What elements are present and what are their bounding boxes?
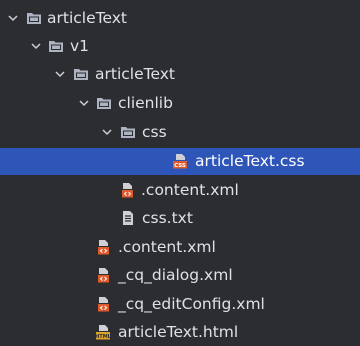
- tree-item-label: articleText: [95, 65, 175, 83]
- tree-item-label: clienlib: [118, 94, 173, 112]
- text-file-icon: [123, 211, 133, 225]
- xml-file-icon: [98, 240, 109, 255]
- chevron-down-icon[interactable]: [54, 68, 66, 80]
- project-tree: articleText v1 articleText clienlib css …: [0, 0, 360, 345]
- tree-item-label: articleText: [47, 9, 127, 27]
- tree-row-articletext[interactable]: articleText: [0, 61, 360, 88]
- folder-icon: [27, 13, 41, 24]
- tree-row-clienlib[interactable]: clienlib: [0, 90, 360, 117]
- tree-row-articletext-root[interactable]: articleText: [0, 5, 360, 32]
- tree-item-label: v1: [70, 37, 90, 55]
- tree-row-articletext-css[interactable]: CSS articleText.css: [0, 148, 360, 175]
- folder-icon: [49, 41, 63, 52]
- tree-item-label: _cq_dialog.xml: [118, 266, 233, 284]
- tree-row-css-folder[interactable]: css: [0, 119, 360, 146]
- tree-row-content-xml[interactable]: .content.xml: [0, 234, 360, 261]
- folder-icon: [97, 98, 111, 109]
- tree-item-label: _cq_editConfig.xml: [118, 295, 265, 313]
- xml-file-icon: [98, 268, 109, 283]
- tree-row-cq-dialog-xml[interactable]: _cq_dialog.xml: [0, 262, 360, 289]
- xml-file-icon: [122, 183, 133, 198]
- tree-row-v1[interactable]: v1: [0, 33, 360, 60]
- css-file-icon: CSS: [173, 154, 187, 169]
- html-file-icon: HTML: [95, 325, 111, 340]
- tree-item-label: css.txt: [142, 209, 193, 227]
- chevron-down-icon[interactable]: [78, 97, 90, 109]
- chevron-down-icon[interactable]: [7, 12, 19, 24]
- tree-row-articletext-html[interactable]: HTML articleText.html: [0, 319, 360, 346]
- tree-item-label: css: [142, 123, 167, 141]
- tree-item-label: .content.xml: [118, 238, 216, 256]
- tree-item-label: articleText.css: [195, 152, 305, 170]
- tree-item-label: .content.xml: [141, 181, 239, 199]
- chevron-down-icon[interactable]: [30, 40, 42, 52]
- svg-text:HTML: HTML: [95, 334, 111, 340]
- tree-row-css-txt[interactable]: css.txt: [0, 205, 360, 232]
- folder-icon: [121, 127, 135, 138]
- xml-file-icon: [98, 297, 109, 312]
- svg-text:CSS: CSS: [174, 163, 186, 169]
- chevron-down-icon[interactable]: [101, 126, 113, 138]
- tree-item-label: articleText.html: [118, 323, 239, 341]
- tree-row-cq-editconfig-xml[interactable]: _cq_editConfig.xml: [0, 291, 360, 318]
- folder-icon: [74, 69, 88, 80]
- tree-row-content-xml-clienlib[interactable]: .content.xml: [0, 177, 360, 204]
